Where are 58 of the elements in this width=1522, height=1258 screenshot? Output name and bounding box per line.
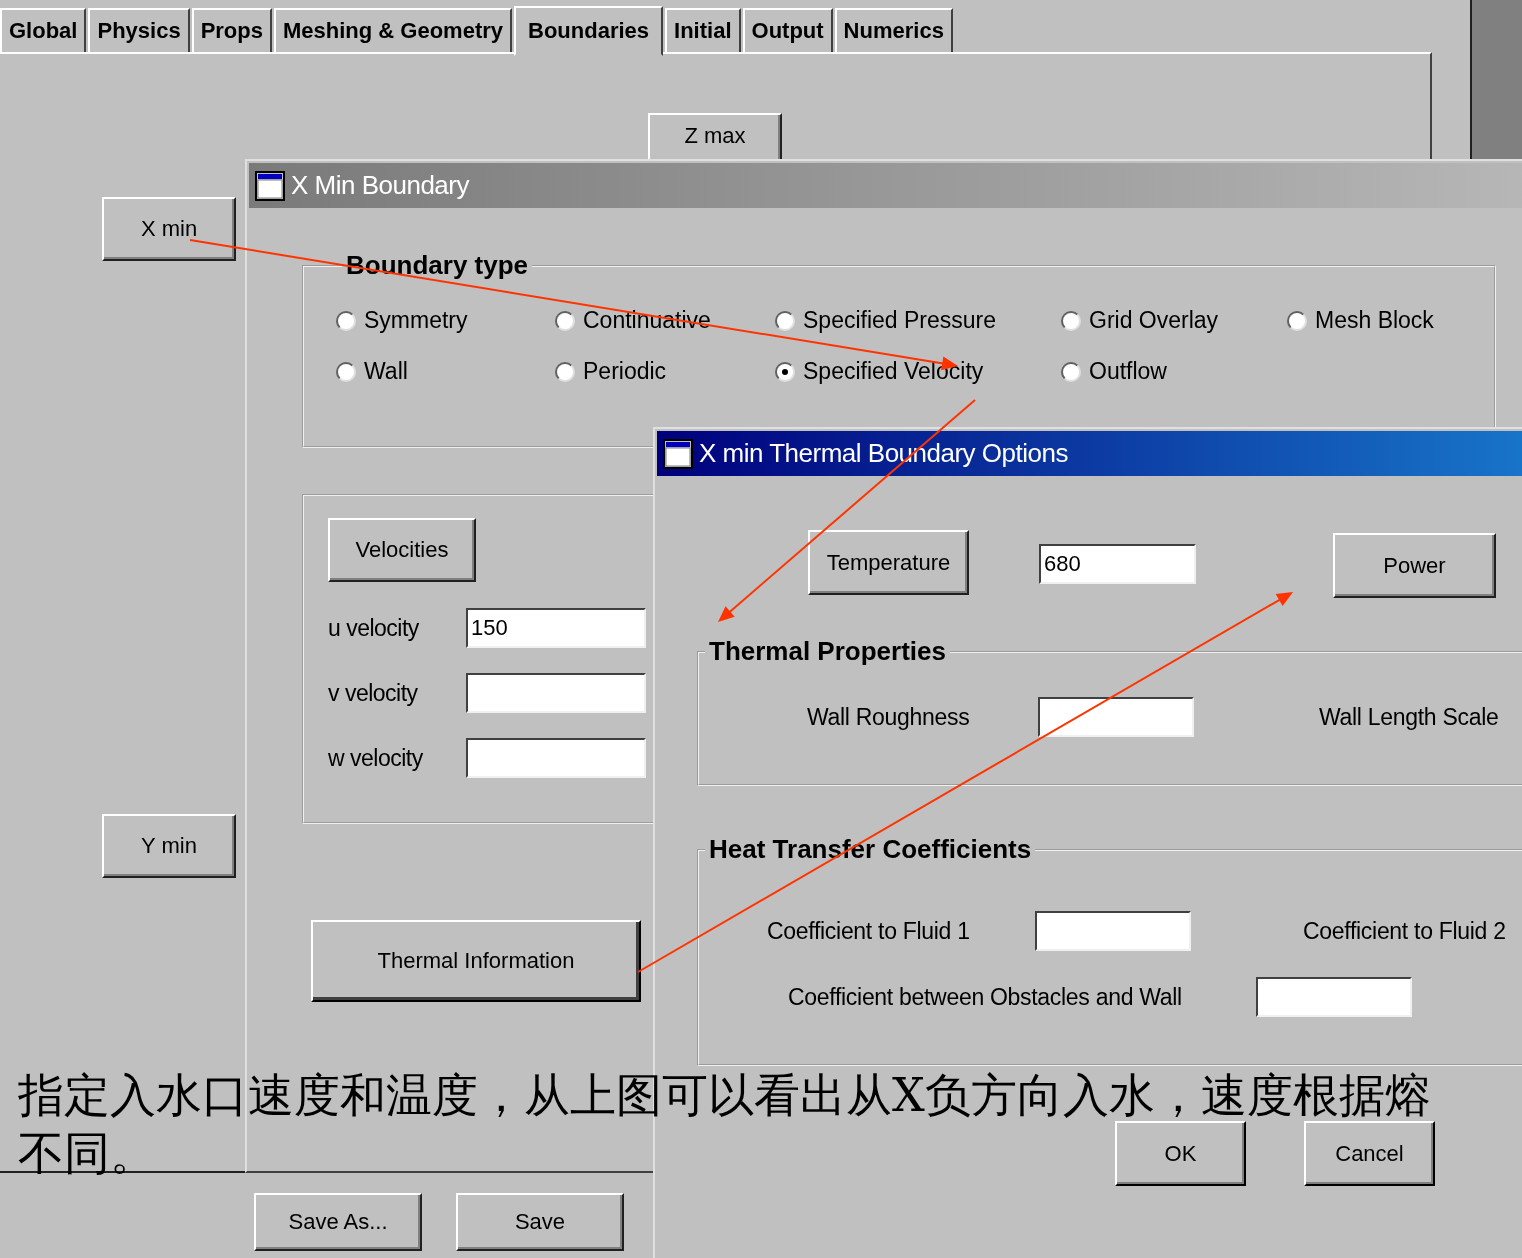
tab[interactable]: Numerics xyxy=(834,8,953,54)
input-field[interactable] xyxy=(1256,977,1412,1017)
field-label: v velocity xyxy=(328,679,419,707)
radio-option[interactable]: Mesh Block xyxy=(1287,307,1467,334)
velocities-button[interactable]: Velocities xyxy=(328,518,476,582)
y-min-button[interactable]: Y min xyxy=(102,814,236,878)
field-label: u velocity xyxy=(328,614,420,642)
radio-icon[interactable] xyxy=(1061,361,1081,382)
input-field[interactable] xyxy=(466,738,646,778)
tab[interactable]: Global xyxy=(0,8,87,54)
tab[interactable]: Boundaries xyxy=(514,6,664,56)
field-label: Coefficient to Fluid 2 xyxy=(1302,917,1507,945)
tab[interactable]: Initial xyxy=(665,8,741,54)
radio-icon[interactable] xyxy=(336,310,356,331)
field-label: Wall Roughness xyxy=(807,703,971,731)
radio-option[interactable]: Periodic xyxy=(555,358,775,385)
field-label: w velocity xyxy=(328,744,424,772)
input-field[interactable]: 680 xyxy=(1039,544,1196,584)
input-field[interactable] xyxy=(466,673,646,713)
field-label: Wall Length Scale xyxy=(1318,703,1500,731)
temperature-button[interactable]: Temperature xyxy=(808,530,969,595)
radio-option[interactable]: Specified Pressure xyxy=(775,307,1061,334)
input-field[interactable] xyxy=(1038,697,1194,737)
thermal-information-button[interactable]: Thermal Information xyxy=(311,920,641,1002)
radio-icon[interactable] xyxy=(775,361,795,382)
radio-icon[interactable] xyxy=(1061,310,1081,331)
field-label: Coefficient between Obstacles and Wall xyxy=(788,983,1183,1011)
window-title: X Min Boundary xyxy=(291,170,469,201)
radio-icon[interactable] xyxy=(555,361,575,382)
ok-button[interactable]: OK xyxy=(1115,1121,1246,1186)
caption-text: 不同。 xyxy=(18,1125,156,1182)
group-title: Boundary type xyxy=(345,250,530,281)
radio-option[interactable]: Wall xyxy=(336,358,555,385)
tab[interactable]: Physics xyxy=(88,8,190,54)
input-field[interactable]: 150 xyxy=(466,608,646,648)
caption-text: 指定入水口速度和温度，从上图可以看出从X负方向入水，速度根据熔 xyxy=(18,1067,1431,1124)
tab[interactable]: Output xyxy=(742,8,833,54)
power-button[interactable]: Power xyxy=(1333,533,1496,598)
scrollbar[interactable] xyxy=(1470,0,1522,160)
radio-option[interactable]: Grid Overlay xyxy=(1061,307,1287,334)
radio-option[interactable]: Outflow xyxy=(1061,358,1287,385)
field-label: Coefficient to Fluid 1 xyxy=(767,917,971,945)
group-title: Thermal Properties xyxy=(708,636,947,667)
radio-option[interactable]: Symmetry xyxy=(336,307,555,334)
window-icon xyxy=(663,438,693,469)
radio-icon[interactable] xyxy=(1287,310,1307,331)
tab[interactable]: Props xyxy=(191,8,272,54)
radio-icon[interactable] xyxy=(775,310,795,331)
save-as-button[interactable]: Save As... xyxy=(254,1193,422,1251)
radio-option[interactable]: Specified Velocity xyxy=(775,358,1061,385)
window-icon xyxy=(255,170,285,201)
input-field[interactable] xyxy=(1035,911,1191,951)
save-button[interactable]: Save xyxy=(456,1193,624,1251)
radio-icon[interactable] xyxy=(555,310,575,331)
cancel-button[interactable]: Cancel xyxy=(1304,1121,1435,1186)
radio-icon[interactable] xyxy=(336,361,356,382)
x-min-button[interactable]: X min xyxy=(102,197,236,261)
tab[interactable]: Meshing & Geometry xyxy=(274,8,513,54)
